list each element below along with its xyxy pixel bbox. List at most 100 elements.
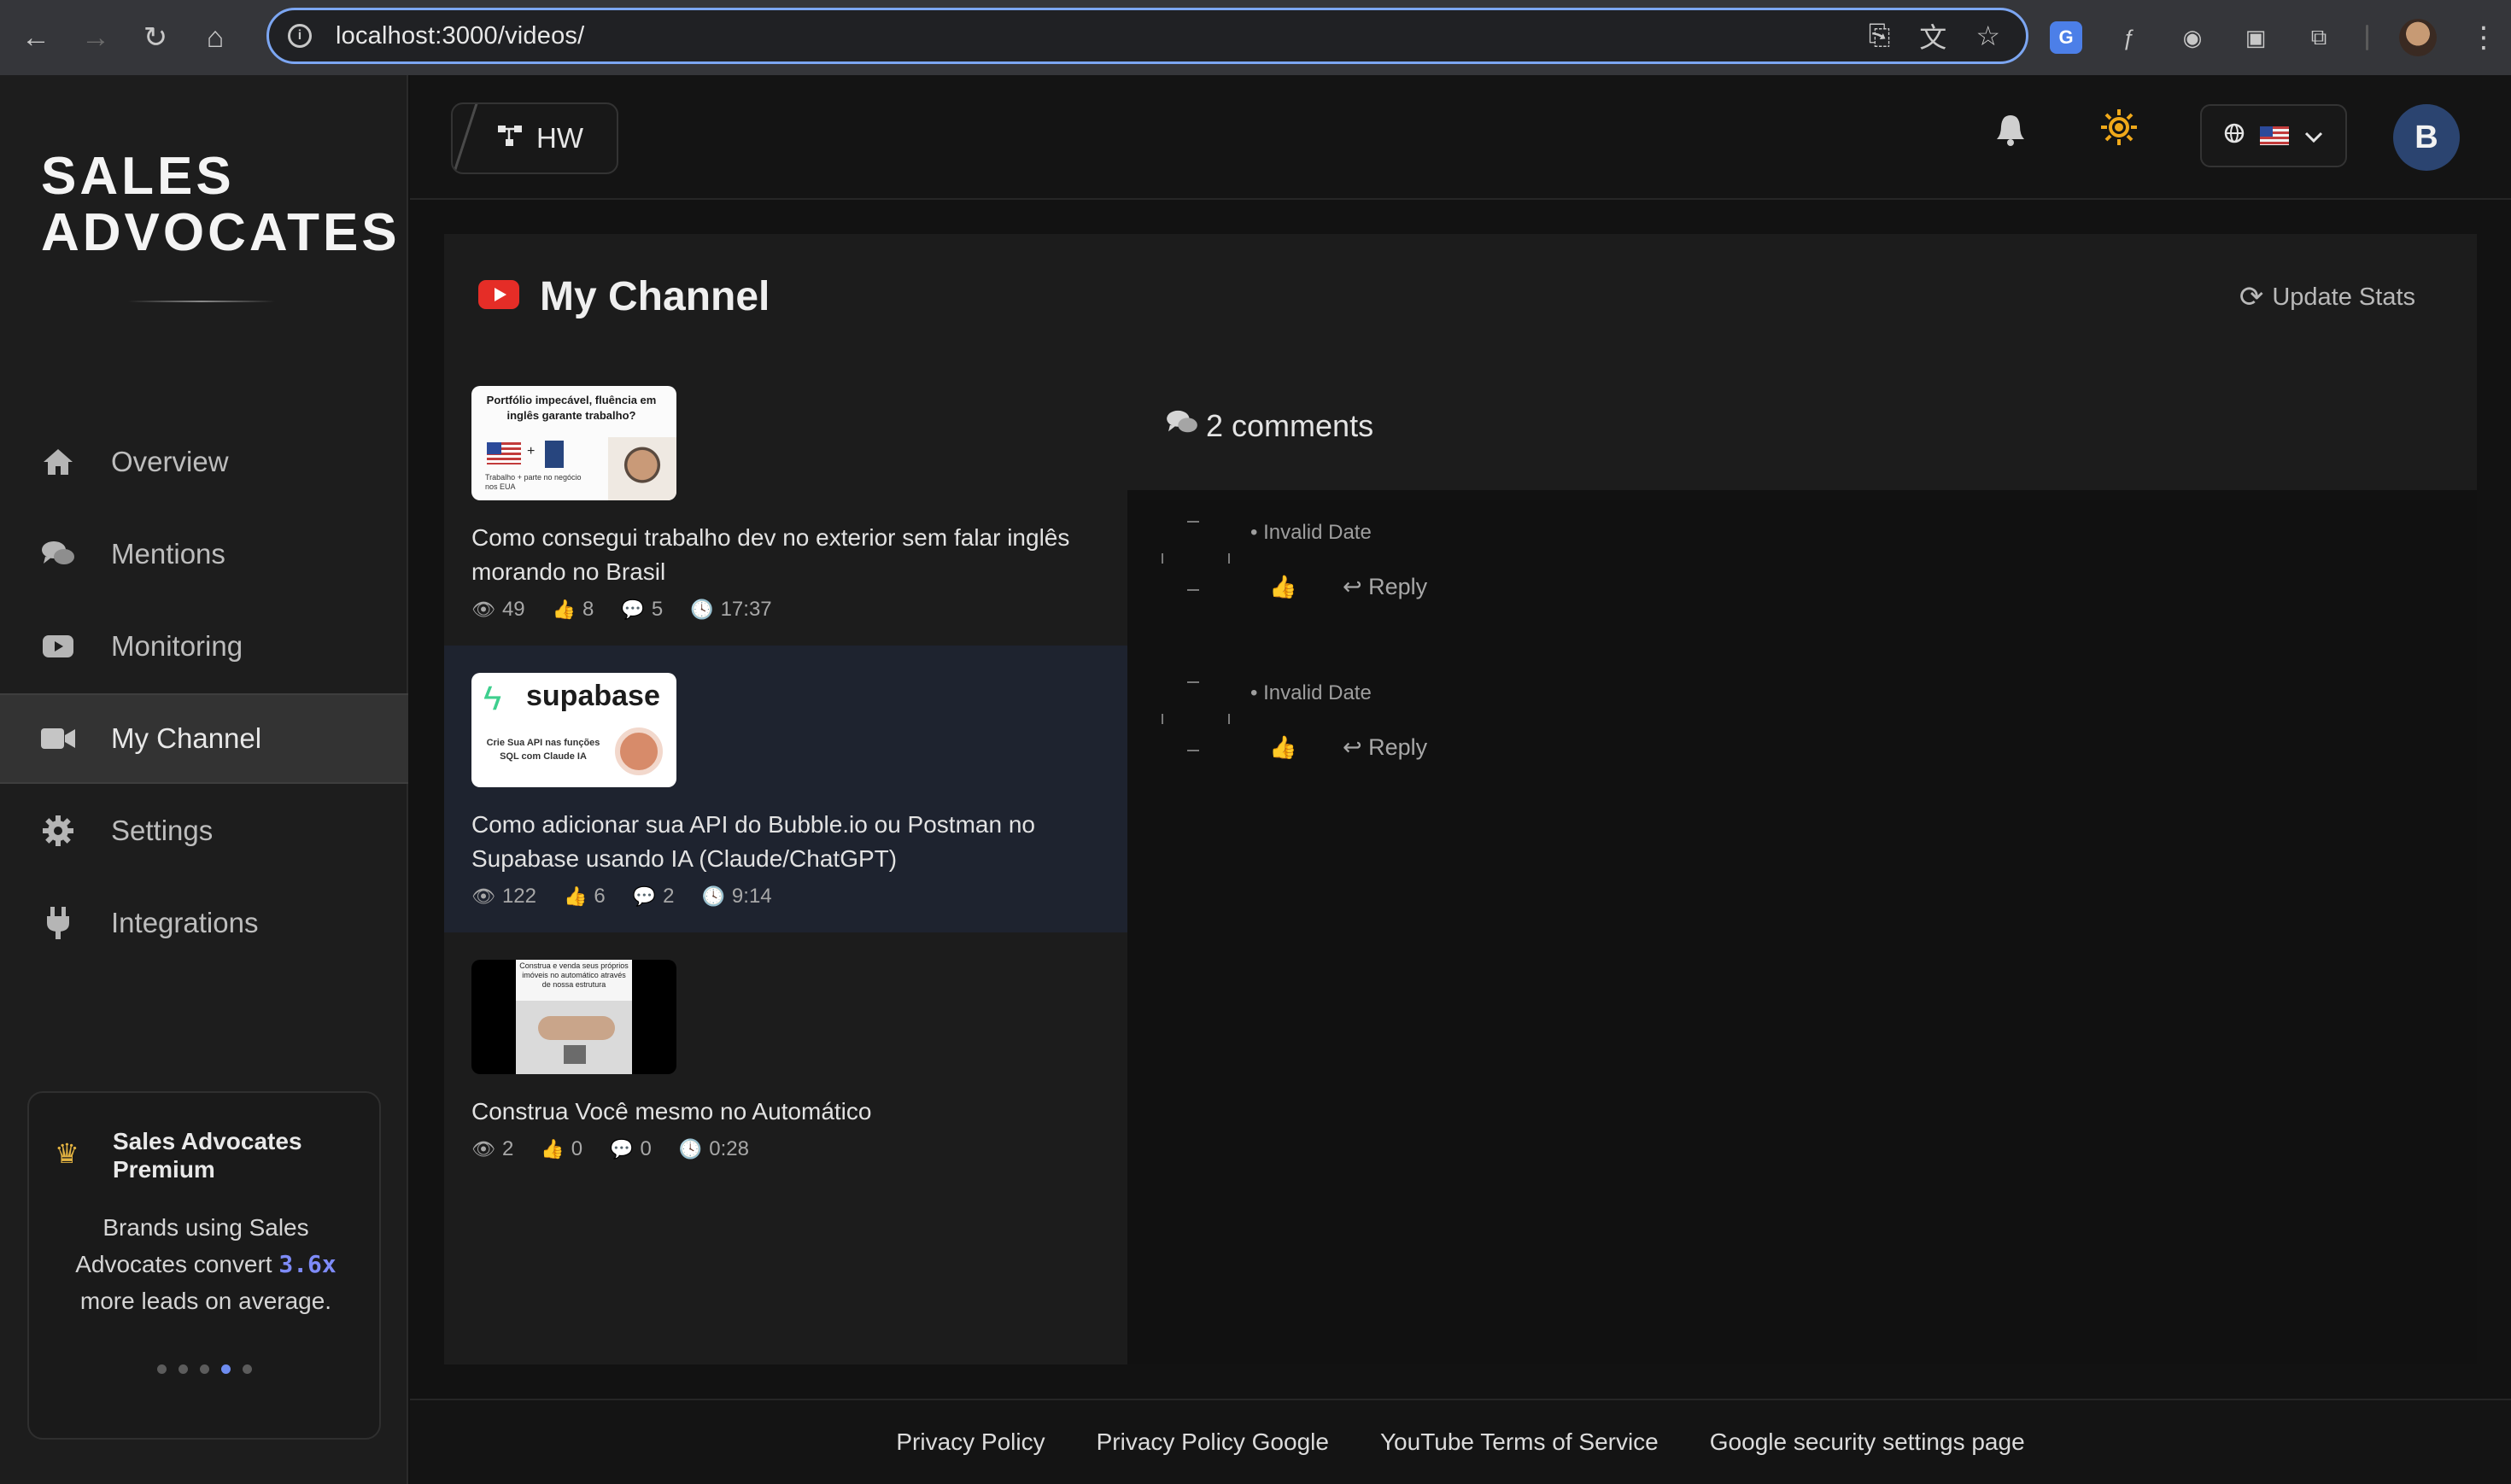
- brand-logo[interactable]: SALES ADVOCATES: [41, 149, 401, 261]
- url-text[interactable]: localhost:3000/videos/: [336, 22, 584, 50]
- workspace-selector[interactable]: HW: [451, 102, 618, 174]
- profile-avatar-icon[interactable]: [2399, 19, 2437, 56]
- sidebar-item-my-channel[interactable]: My Channel: [0, 693, 408, 784]
- bookmark-star-icon[interactable]: ☆: [1975, 20, 2000, 52]
- language-selector[interactable]: [2200, 104, 2347, 167]
- back-icon[interactable]: ←: [12, 14, 60, 61]
- video-item-selected[interactable]: ϟ supabase Crie Sua API nas funções SQL …: [444, 646, 1127, 932]
- house-image: [564, 1045, 586, 1064]
- comments-count: 2: [663, 885, 675, 908]
- crown-icon: ♛: [55, 1138, 79, 1169]
- sidebar-item-settings[interactable]: Settings: [0, 786, 408, 876]
- update-stats-button[interactable]: ⟳ Update Stats: [2239, 280, 2415, 314]
- sidebar-item-label: Integrations: [111, 907, 259, 938]
- camera-ext-icon[interactable]: ◉: [2176, 21, 2209, 54]
- more-menu-icon[interactable]: ⋮: [2467, 21, 2500, 54]
- commenter-avatar[interactable]: [1162, 521, 1232, 591]
- video-title[interactable]: Como consegui trabalho dev no exterior s…: [471, 521, 1103, 589]
- video-thumbnail[interactable]: Portfólio impecável, fluência em inglês …: [471, 386, 676, 500]
- video-camera-icon: [39, 720, 77, 757]
- likes-count: 8: [582, 598, 594, 621]
- us-flag-icon: [2260, 126, 2289, 145]
- avatar-edge: [1228, 714, 1230, 724]
- avatar-edge: [1162, 553, 1163, 564]
- premium-text: Brands using Sales Advocates convert 3.6…: [46, 1209, 366, 1319]
- chevron-down-icon: [2304, 123, 2323, 149]
- reply-button[interactable]: ↩ Reply: [1343, 734, 1427, 761]
- reply-button[interactable]: ↩ Reply: [1343, 574, 1427, 600]
- translate-icon[interactable]: 文: [1919, 16, 1946, 56]
- update-stats-label: Update Stats: [2272, 283, 2415, 311]
- brand-line-2: ADVOCATES: [41, 203, 401, 262]
- carousel-dot[interactable]: [199, 1364, 209, 1374]
- carousel-dot[interactable]: [242, 1364, 252, 1374]
- user-avatar[interactable]: B: [2393, 104, 2460, 171]
- clock-icon: 🕓: [701, 885, 725, 907]
- panel-header: My Channel ⟳ Update Stats: [444, 234, 2477, 359]
- comments-icon: 💬: [632, 885, 657, 907]
- thumbnail-brand: supabase: [526, 680, 660, 712]
- eye-icon: 👁: [471, 1138, 495, 1160]
- carousel-dot[interactable]: [156, 1364, 167, 1374]
- forward-icon[interactable]: →: [72, 14, 120, 61]
- video-title[interactable]: Como adicionar sua API do Bubble.io ou P…: [471, 808, 1103, 876]
- sidebar-item-overview[interactable]: Overview: [0, 417, 408, 507]
- video-thumbnail[interactable]: Construa e venda seus próprios imóveis n…: [471, 960, 676, 1074]
- avatar-edge: [1162, 714, 1163, 724]
- site-info-icon[interactable]: i: [288, 24, 312, 48]
- my-channel-panel: My Channel ⟳ Update Stats Portfólio impe…: [444, 234, 2477, 1364]
- workspace-name: HW: [536, 122, 583, 154]
- comments-icon: [39, 535, 77, 573]
- formula-ext-icon[interactable]: ƒ: [2113, 21, 2145, 54]
- claude-logo-icon: [615, 727, 663, 775]
- comments-stat: 💬 0: [610, 1137, 652, 1161]
- sidebar-item-integrations[interactable]: Integrations: [0, 878, 408, 968]
- like-button[interactable]: 👍: [1269, 734, 1296, 761]
- google-security-settings-link[interactable]: Google security settings page: [1710, 1428, 2025, 1456]
- thumbnail-text: Crie Sua API nas funções SQL com Claude …: [486, 738, 600, 762]
- carousel-dots: [29, 1364, 379, 1374]
- reply-arrow-icon: ↩: [1343, 734, 1362, 760]
- likes-count: 6: [594, 885, 606, 908]
- comments-header: 2 comments: [1127, 359, 2477, 490]
- google-translate-ext-icon[interactable]: G: [2050, 21, 2082, 54]
- video-item[interactable]: Portfólio impecável, fluência em inglês …: [444, 359, 1127, 646]
- bell-icon[interactable]: [1994, 113, 2027, 155]
- video-stats: 👁 2 👍 0 💬 0 🕓 0:28: [471, 1137, 1127, 1161]
- privacy-policy-link[interactable]: Privacy Policy: [896, 1428, 1045, 1456]
- sidebar-item-monitoring[interactable]: Monitoring: [0, 601, 408, 692]
- chrome-ext-icon[interactable]: ▣: [2239, 21, 2272, 54]
- likes-count: 0: [571, 1137, 583, 1160]
- carousel-dot-active[interactable]: [220, 1364, 231, 1374]
- clock-icon: 🕓: [678, 1138, 703, 1160]
- like-button[interactable]: 👍: [1269, 574, 1296, 600]
- sidebar-item-mentions[interactable]: Mentions: [0, 509, 408, 599]
- likes-stat: 👍 0: [541, 1137, 582, 1161]
- carousel-dot[interactable]: [178, 1364, 188, 1374]
- plus-icon: +: [527, 444, 536, 459]
- commenter-avatar[interactable]: [1162, 681, 1232, 751]
- video-stats: 👁 49 👍 8 💬 5 🕓 17:37: [471, 598, 1127, 622]
- views-stat: 👁 49: [471, 598, 525, 622]
- views-count: 2: [501, 1137, 514, 1160]
- youtube-icon: [39, 628, 77, 665]
- sidebar-item-label: Overview: [111, 446, 229, 477]
- video-item[interactable]: Construa e venda seus próprios imóveis n…: [444, 932, 1127, 1219]
- duration-value: 0:28: [709, 1137, 749, 1160]
- home-icon: [39, 443, 77, 481]
- sun-icon[interactable]: [2099, 108, 2139, 157]
- install-app-icon[interactable]: ⎘: [1869, 20, 1891, 52]
- duration-stat: 🕓 9:14: [702, 885, 772, 909]
- reload-icon[interactable]: ↻: [132, 14, 179, 61]
- thumbs-up-icon: 👍: [541, 1138, 565, 1160]
- privacy-policy-google-link[interactable]: Privacy Policy Google: [1097, 1428, 1329, 1456]
- youtube-logo-icon: [478, 280, 519, 309]
- duration-stat: 🕓 0:28: [679, 1137, 749, 1161]
- video-title[interactable]: Construa Você mesmo no Automático: [471, 1095, 1103, 1129]
- premium-card[interactable]: ♛ Sales Advocates Premium Brands using S…: [27, 1091, 381, 1440]
- address-bar[interactable]: i localhost:3000/videos/ ⎘ 文 ☆: [266, 8, 2028, 64]
- extensions-puzzle-icon[interactable]: ⧉: [2303, 21, 2335, 54]
- home-icon[interactable]: ⌂: [191, 14, 239, 61]
- video-thumbnail[interactable]: ϟ supabase Crie Sua API nas funções SQL …: [471, 673, 676, 787]
- youtube-terms-link[interactable]: YouTube Terms of Service: [1380, 1428, 1659, 1456]
